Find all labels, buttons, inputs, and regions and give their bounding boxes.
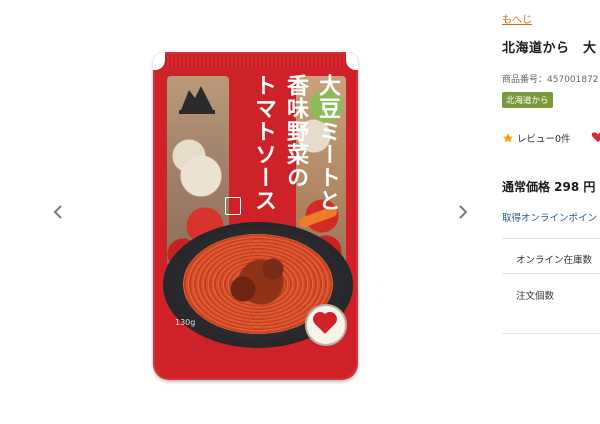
- product-info-panel: もへじ 北海道から 大 商品番号：457001872 北海道から レビュー0件 …: [490, 0, 600, 424]
- product-code: 商品番号：457001872: [502, 75, 599, 85]
- product-title: 北海道から 大: [502, 41, 597, 56]
- order-quantity-label: 注文個数: [516, 291, 555, 302]
- review-count: レビュー0件: [517, 134, 571, 145]
- heart-icon[interactable]: [591, 130, 600, 144]
- regular-price: 通常価格 298 円: [502, 180, 596, 194]
- net-weight: 130g: [175, 318, 196, 327]
- brand-mark-icon: [225, 197, 241, 215]
- divider: [502, 238, 600, 239]
- chevron-left-icon: [53, 205, 62, 219]
- product-image: 大豆ミートと 香味野菜の トマトソース 130g: [153, 52, 358, 380]
- review-link[interactable]: レビュー0件: [502, 131, 571, 145]
- hokkaido-logo-icon: [179, 86, 215, 114]
- online-stock-label: オンライン在庫数: [516, 255, 593, 266]
- brand-breadcrumb-link[interactable]: もへじ: [502, 11, 532, 26]
- brand-tag[interactable]: 北海道から: [502, 92, 553, 108]
- package-title-line: 大豆ミートと: [315, 74, 341, 212]
- star-icon: [503, 133, 513, 143]
- chevron-right-icon: [459, 205, 468, 219]
- divider: [502, 273, 600, 274]
- soy-badge-icon: [305, 304, 347, 346]
- online-points-link[interactable]: 取得オンラインポイン: [502, 210, 597, 224]
- next-image-button[interactable]: [456, 203, 470, 221]
- divider: [502, 333, 600, 334]
- previous-image-button[interactable]: [51, 203, 65, 221]
- product-image-gallery: 大豆ミートと 香味野菜の トマトソース 130g: [0, 0, 490, 424]
- pouch-seal: [165, 56, 346, 66]
